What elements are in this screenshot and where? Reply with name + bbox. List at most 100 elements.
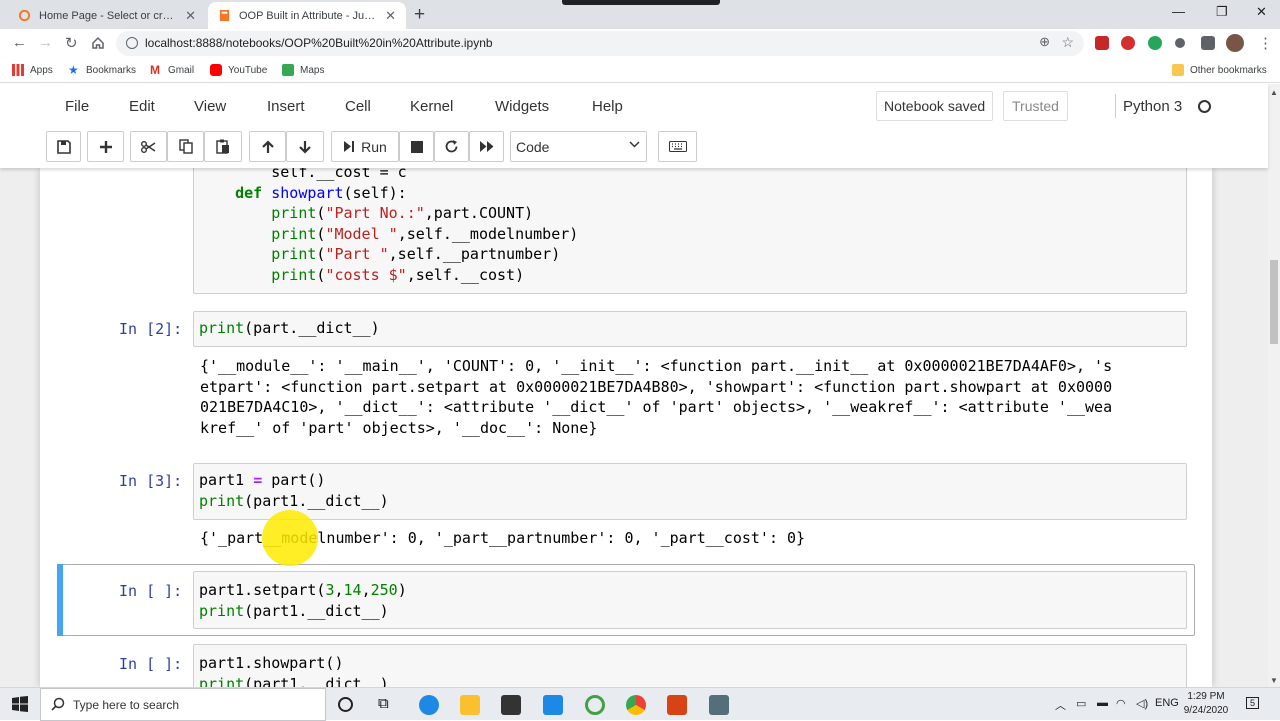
menu-insert[interactable]: Insert [267, 98, 305, 115]
clock[interactable]: 1:29 PM 9/24/2020 [1181, 690, 1231, 718]
extensions-puzzle-icon[interactable] [1201, 36, 1215, 50]
scrollbar[interactable]: ▲ ▼ [1268, 84, 1280, 687]
app-loading-icon[interactable] [585, 695, 605, 715]
notifications-icon[interactable]: 5 [1246, 697, 1260, 709]
cursor-highlight [262, 510, 318, 566]
windows-start-icon[interactable] [12, 696, 28, 712]
language-indicator[interactable]: ENG [1155, 697, 1179, 709]
battery-icon[interactable]: ▬ [1097, 697, 1108, 709]
minimize-icon[interactable]: — [1172, 4, 1185, 19]
clock-time: 1:29 PM [1187, 691, 1225, 702]
folder-icon [1172, 64, 1184, 76]
cell-2-code[interactable]: print(part.__dict__) [199, 318, 380, 339]
bookmark-label: Other bookmarks [1190, 64, 1267, 76]
paste-button[interactable] [204, 131, 242, 162]
task-view-icon[interactable]: ⧉ [378, 695, 389, 712]
bookmark-other[interactable]: Other bookmarks [1172, 64, 1267, 76]
restart-icon [445, 140, 458, 153]
grammarly-icon[interactable] [1148, 36, 1162, 50]
restart-kernel-button[interactable] [434, 131, 469, 162]
mail-icon[interactable] [543, 695, 563, 715]
zoom-icon[interactable]: ⊕ [1039, 34, 1050, 50]
copy-button[interactable] [167, 131, 204, 162]
powerpoint-icon[interactable] [667, 695, 687, 715]
trusted-indicator[interactable]: Trusted [1003, 91, 1068, 121]
cell-3-prompt: In [3]: [119, 472, 183, 490]
extension-circle-icon[interactable] [1175, 38, 1185, 48]
move-down-button[interactable] [286, 131, 324, 162]
bookmark-bookmarks[interactable]: ★ Bookmarks [68, 64, 136, 76]
network-icon[interactable]: ▭ [1076, 697, 1086, 710]
menu-edit[interactable]: Edit [129, 98, 155, 115]
arrow-down-icon [299, 140, 311, 154]
move-up-button[interactable] [249, 131, 286, 162]
cell-1-code[interactable]: self.__cost = c def showpart(self): prin… [199, 168, 578, 286]
home-icon[interactable] [91, 36, 105, 50]
close-tab-icon[interactable]: ✕ [385, 8, 396, 24]
apps-grid-icon [12, 64, 24, 76]
bookmark-gmail[interactable]: M Gmail [150, 64, 194, 76]
scroll-thumb[interactable] [1270, 260, 1278, 344]
scroll-up-icon[interactable]: ▲ [1270, 88, 1278, 97]
cell-4-code[interactable]: part1.setpart(3,14,250) print(part1.__di… [199, 580, 407, 621]
stop-icon [410, 140, 423, 153]
browser-tab-notebook[interactable]: OOP Built in Attribute - Jupyter N ✕ [208, 2, 406, 29]
insert-cell-button[interactable] [87, 131, 124, 162]
bookmark-youtube[interactable]: YouTube [210, 64, 267, 76]
taskbar-search-box[interactable]: Type here to search [40, 688, 326, 721]
address-bar[interactable]: localhost:8888/notebooks/OOP%20Built%20i… [116, 31, 1084, 56]
forward-icon[interactable]: → [38, 34, 53, 51]
bookmark-label: Gmail [168, 64, 195, 76]
volume-icon[interactable]: ◁) [1136, 697, 1148, 710]
bookmark-maps[interactable]: Maps [282, 64, 324, 76]
interrupt-button[interactable] [399, 131, 434, 162]
run-button[interactable]: Run [331, 131, 399, 162]
profile-avatar[interactable] [1226, 34, 1244, 52]
store-icon[interactable] [501, 695, 521, 715]
cell-type-select[interactable]: Code [510, 131, 647, 162]
file-explorer-icon[interactable] [460, 695, 480, 715]
save-button[interactable] [46, 131, 81, 162]
cortana-icon[interactable] [338, 697, 353, 712]
menu-help[interactable]: Help [592, 98, 623, 115]
plus-icon [99, 140, 112, 153]
menu-kernel[interactable]: Kernel [410, 98, 453, 115]
maps-icon [282, 64, 294, 76]
close-tab-icon[interactable]: ✕ [185, 8, 196, 24]
browser-tab-home[interactable]: Home Page - Select or create a n ✕ [8, 2, 206, 29]
cut-button[interactable] [130, 131, 167, 162]
scroll-down-icon[interactable]: ▼ [1270, 676, 1278, 685]
keyboard-icon [668, 141, 687, 152]
reload-icon[interactable]: ↻ [65, 34, 78, 52]
menu-cell[interactable]: Cell [345, 98, 371, 115]
info-icon[interactable] [126, 37, 138, 49]
browser-menu-icon[interactable]: ⋮ [1258, 34, 1273, 52]
notebook-container: self.__cost = c def showpart(self): prin… [40, 168, 1212, 687]
bookmark-label: Bookmarks [86, 64, 137, 76]
cell-3-code[interactable]: part1 = part() print(part1.__dict__) [199, 470, 389, 511]
close-window-icon[interactable]: ✕ [1256, 4, 1267, 20]
app-icon[interactable] [709, 695, 729, 715]
bookmark-star-icon[interactable]: ☆ [1061, 34, 1074, 51]
new-tab-icon[interactable]: + [414, 4, 425, 26]
cell-4-prompt: In [ ]: [119, 582, 183, 600]
save-icon [56, 139, 71, 154]
cell-5-code[interactable]: part1.showpart() print(part1.__dict__) [199, 653, 389, 687]
extension-icon[interactable] [1095, 36, 1109, 50]
maximize-icon[interactable]: ❐ [1216, 4, 1228, 20]
menu-view[interactable]: View [194, 98, 226, 115]
tray-chevron-up-icon[interactable]: ︿ [1055, 697, 1066, 713]
menu-file[interactable]: File [65, 98, 89, 115]
bookmark-apps[interactable]: Apps [12, 64, 53, 76]
edge-icon[interactable] [419, 695, 439, 715]
chrome-icon[interactable] [626, 695, 646, 715]
adblock-icon[interactable] [1121, 36, 1135, 50]
restart-run-all-button[interactable] [469, 131, 504, 162]
step-forward-icon [344, 141, 355, 152]
wifi-icon[interactable]: ◠ [1116, 697, 1126, 710]
command-palette-button[interactable] [658, 131, 697, 162]
menubar: File Edit View Insert Cell Kernel Widget… [47, 88, 1222, 124]
back-icon[interactable]: ← [12, 34, 27, 51]
browser-tabstrip: Home Page - Select or create a n ✕ OOP B… [0, 0, 1280, 29]
menu-widgets[interactable]: Widgets [495, 98, 549, 115]
